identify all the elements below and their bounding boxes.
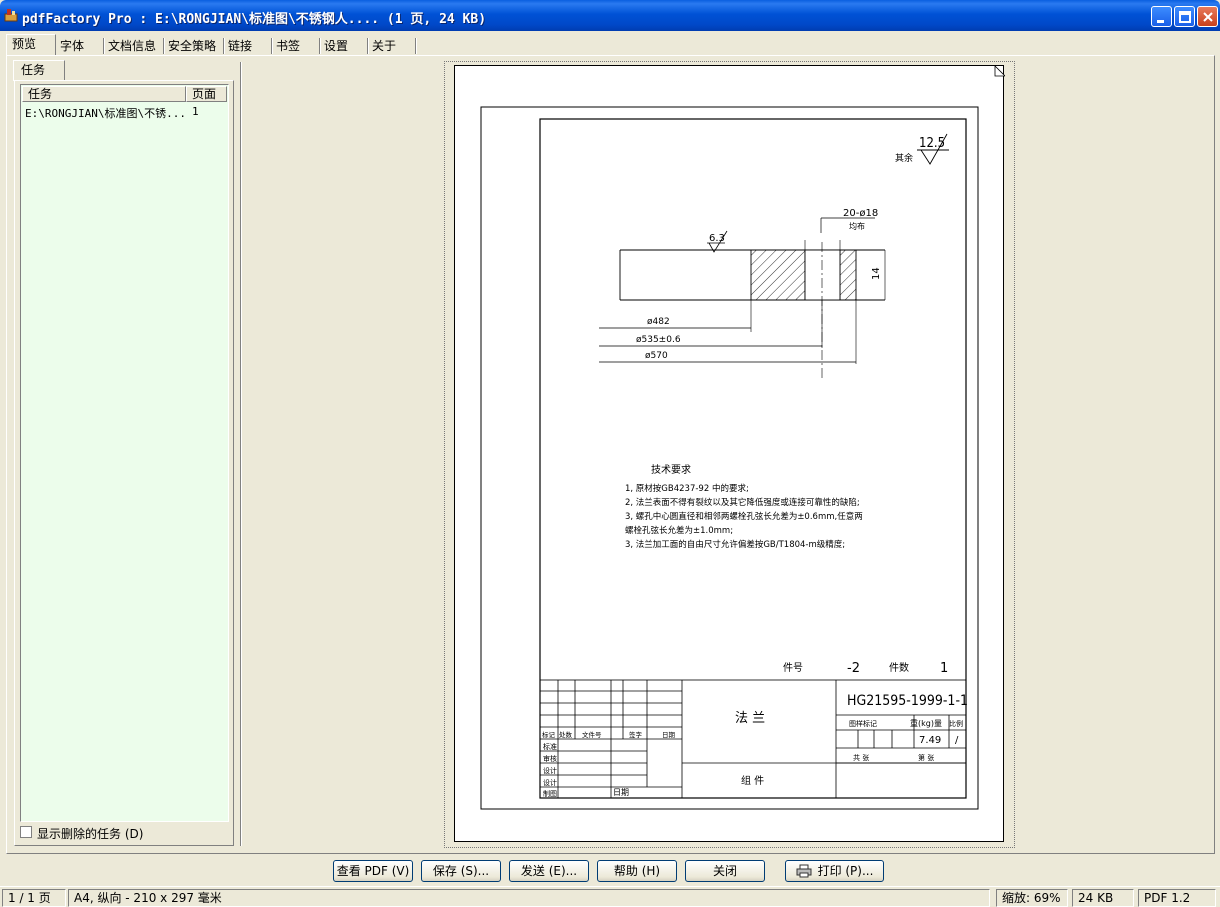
tab-label: 安全策略 bbox=[168, 39, 217, 53]
engineering-drawing: 12.5 其余 20-ø18 均布 14 6.3 ø482 ø535±0.6 ø… bbox=[480, 66, 1005, 810]
close-window-button[interactable] bbox=[1197, 6, 1218, 27]
tb-col-sign: 签字 bbox=[629, 730, 643, 739]
view-pdf-button[interactable]: 查看 PDF (V) bbox=[333, 860, 413, 882]
status-paper: A4, 纵向 - 210 x 297 毫米 bbox=[68, 889, 990, 907]
window-title: pdfFactory Pro : E:\RONGJIAN\标准图\不锈钢人...… bbox=[22, 12, 487, 27]
weight-value: 7.49 bbox=[919, 735, 941, 746]
tab-preview[interactable]: 预览 bbox=[6, 34, 56, 56]
dim-d482: ø482 bbox=[647, 317, 670, 327]
tab-bookmarks[interactable]: 书签 bbox=[272, 36, 320, 56]
tab-label: 文档信息 bbox=[108, 39, 157, 53]
minimize-button[interactable] bbox=[1151, 6, 1172, 27]
tb-weight-label: 重(kg)量 bbox=[910, 718, 942, 728]
tab-label: 书签 bbox=[276, 39, 301, 53]
tab-fonts[interactable]: 字体 bbox=[56, 36, 104, 56]
tb-row-4: 设计 bbox=[543, 778, 557, 787]
column-header-page[interactable]: 页面 bbox=[186, 86, 227, 102]
tab-label: 设置 bbox=[324, 39, 349, 53]
status-page: 1 / 1 页 bbox=[2, 889, 66, 907]
maximize-button[interactable] bbox=[1174, 6, 1195, 27]
dim-d570: ø570 bbox=[645, 351, 668, 361]
tab-label: 链接 bbox=[228, 39, 253, 53]
page-fold-icon bbox=[994, 66, 1005, 77]
tech-line-1: 1, 原材按GB4237-92 中的要求; bbox=[625, 483, 749, 494]
tab-document-info[interactable]: 文档信息 bbox=[104, 36, 164, 56]
print-button-label: 打印 (P)... bbox=[817, 864, 874, 878]
drawing-number: HG21595-1999-1-1 bbox=[847, 693, 968, 709]
tb-date-label: 日期 bbox=[613, 788, 629, 797]
minimize-icon bbox=[1157, 20, 1164, 23]
status-bar: 1 / 1 页 A4, 纵向 - 210 x 297 毫米 缩放: 69% 24… bbox=[0, 886, 1220, 907]
panel-splitter[interactable] bbox=[240, 62, 242, 846]
tab-tasks[interactable]: 任务 bbox=[13, 60, 65, 81]
send-button[interactable]: 发送 (E)... bbox=[509, 860, 589, 882]
task-row-name[interactable]: E:\RONGJIAN\标准图\不锈... bbox=[25, 105, 186, 121]
task-row-page[interactable]: 1 bbox=[192, 105, 199, 118]
part-name: 法 兰 bbox=[735, 711, 765, 726]
print-button[interactable]: 打印 (P)... bbox=[785, 860, 884, 882]
tab-strip: 预览 字体 文档信息 安全策略 链接 书签 设置 关于 bbox=[0, 34, 1220, 56]
qty-value: 1 bbox=[940, 661, 948, 676]
app-icon bbox=[4, 9, 18, 22]
tab-label: 关于 bbox=[372, 39, 397, 53]
tb-col-date: 日期 bbox=[662, 731, 676, 739]
part-no-label: 件号 bbox=[783, 662, 803, 674]
save-button[interactable]: 保存 (S)... bbox=[421, 860, 501, 882]
show-deleted-checkbox[interactable] bbox=[20, 826, 32, 838]
show-deleted-label: 显示删除的任务 (D) bbox=[37, 827, 144, 841]
tab-label: 字体 bbox=[60, 39, 85, 53]
status-size: 24 KB bbox=[1072, 889, 1134, 907]
tb-scale-label: 比例 bbox=[949, 719, 963, 728]
holes-label: 20-ø18 bbox=[843, 208, 878, 219]
tb-sheet-label: 第 张 bbox=[918, 753, 934, 762]
tb-col-count: 处数 bbox=[559, 730, 573, 739]
status-pdf-version: PDF 1.2 bbox=[1138, 889, 1216, 907]
tab-links[interactable]: 链接 bbox=[224, 36, 272, 56]
tb-stage-label: 图样标记 bbox=[849, 719, 877, 728]
tb-row-3: 设计 bbox=[543, 766, 557, 775]
maximize-icon bbox=[1179, 11, 1191, 23]
tab-settings[interactable]: 设置 bbox=[320, 36, 368, 56]
roughness-corner-note: 其余 bbox=[895, 152, 913, 164]
tb-col-doc: 文件号 bbox=[582, 730, 602, 739]
tech-line-5: 3, 法兰加工面的自由尺寸允许偏差按GB/T1804-m级精度; bbox=[625, 539, 845, 550]
column-header-task[interactable]: 任务 bbox=[22, 86, 186, 102]
tb-row-1: 标准 bbox=[543, 742, 557, 751]
title-bar[interactable]: pdfFactory Pro : E:\RONGJIAN\标准图\不锈钢人...… bbox=[0, 0, 1220, 31]
tb-row-5: 制图 bbox=[543, 789, 557, 798]
tech-requirements-title: 技术要求 bbox=[651, 463, 691, 476]
tab-about[interactable]: 关于 bbox=[368, 36, 416, 56]
scale-value: / bbox=[955, 735, 959, 746]
qty-label: 件数 bbox=[889, 661, 909, 674]
tb-total-label: 共 张 bbox=[853, 753, 869, 762]
tech-line-4: 螺栓孔弦长允差为±1.0mm; bbox=[625, 525, 733, 536]
thickness-dim: 14 bbox=[871, 267, 882, 280]
assembly-name: 组 件 bbox=[741, 774, 764, 787]
tab-security[interactable]: 安全策略 bbox=[164, 36, 224, 56]
tb-row-2: 审核 bbox=[543, 754, 557, 763]
status-zoom: 缩放: 69% bbox=[996, 889, 1068, 907]
help-button[interactable]: 帮助 (H) bbox=[597, 860, 677, 882]
tech-line-2: 2, 法兰表面不得有裂纹以及其它降低强度或连接可靠性的缺陷; bbox=[625, 497, 860, 508]
dim-d535: ø535±0.6 bbox=[636, 335, 681, 345]
tb-col-mark: 标记 bbox=[542, 730, 556, 739]
close-button[interactable]: 关闭 bbox=[685, 860, 765, 882]
task-list[interactable]: 任务 页面 E:\RONGJIAN\标准图\不锈... 1 bbox=[20, 84, 229, 822]
printer-icon bbox=[796, 864, 812, 878]
part-no-value: -2 bbox=[847, 661, 860, 676]
page-preview[interactable]: 12.5 其余 20-ø18 均布 14 6.3 ø482 ø535±0.6 ø… bbox=[454, 65, 1005, 842]
close-icon bbox=[1203, 12, 1213, 22]
holes-note: 均布 bbox=[849, 221, 865, 231]
tech-line-3: 3, 螺孔中心圆直径和相邻两螺栓孔弦长允差为±0.6mm,任意两 bbox=[625, 511, 863, 522]
